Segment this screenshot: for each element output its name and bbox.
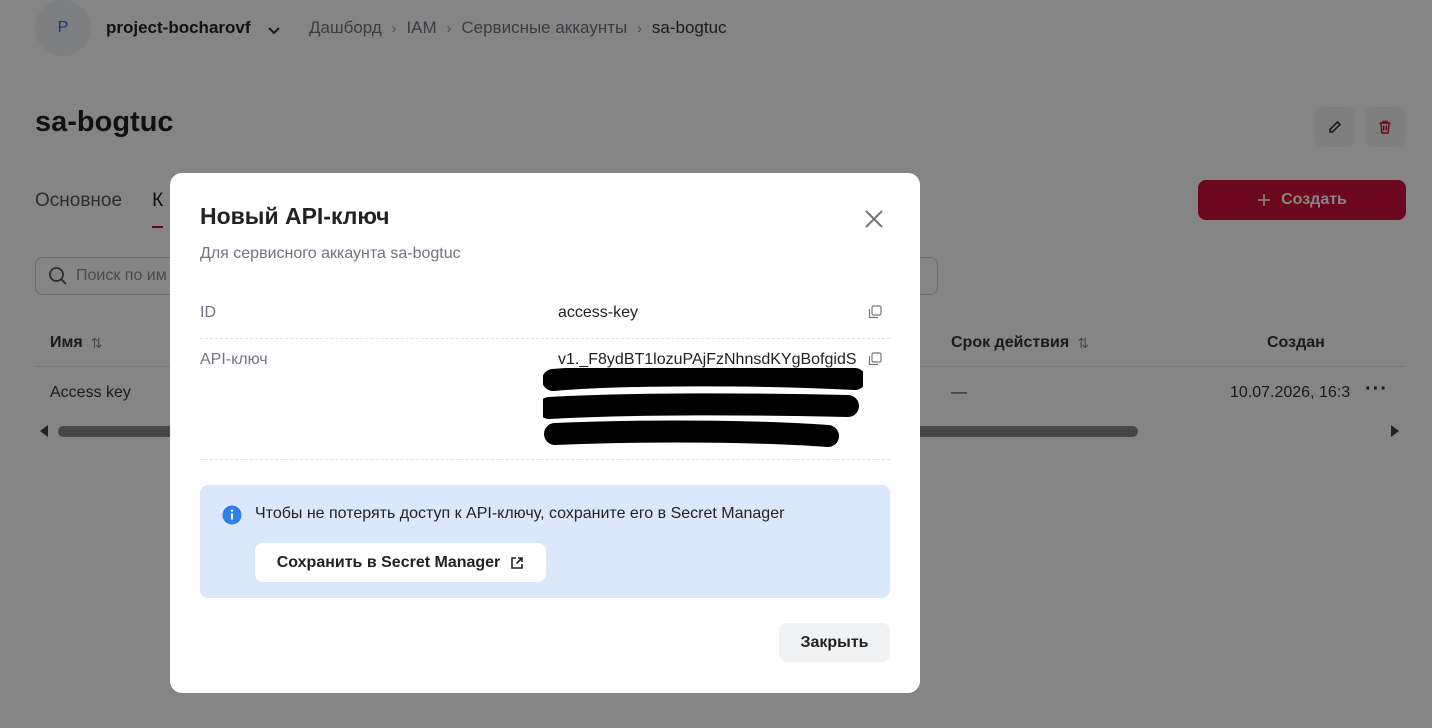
new-api-key-dialog: Новый API-ключ Для сервисного аккаунта s… (170, 173, 920, 693)
close-button[interactable]: Закрыть (779, 623, 890, 662)
info-banner: Чтобы не потерять доступ к API-ключу, со… (200, 485, 890, 598)
api-key-value: v1._F8ydBT1lozuPAjFzNhnsdKYgBofgidS (558, 351, 857, 368)
service-account-page: P project-bocharovf Дашборд › IAM › Серв… (0, 0, 1432, 728)
redaction-scribble (543, 368, 863, 447)
id-value: access-key (558, 304, 639, 321)
close-icon[interactable] (862, 207, 886, 231)
id-row: ID access-key (200, 291, 890, 339)
copy-icon[interactable] (868, 305, 882, 319)
dialog-title: Новый API-ключ (200, 203, 390, 229)
api-key-label: API-ключ (200, 351, 268, 368)
copy-icon[interactable] (868, 352, 882, 366)
info-text: Чтобы не потерять доступ к API-ключу, со… (255, 505, 785, 522)
info-icon (222, 505, 242, 525)
external-link-icon (511, 556, 524, 569)
save-button-label: Сохранить в Secret Manager (276, 553, 501, 571)
save-to-secret-manager-button[interactable]: Сохранить в Secret Manager (255, 543, 546, 582)
id-label: ID (200, 304, 216, 321)
dialog-subtitle: Для сервисного аккаунта sa-bogtuc (200, 245, 461, 262)
